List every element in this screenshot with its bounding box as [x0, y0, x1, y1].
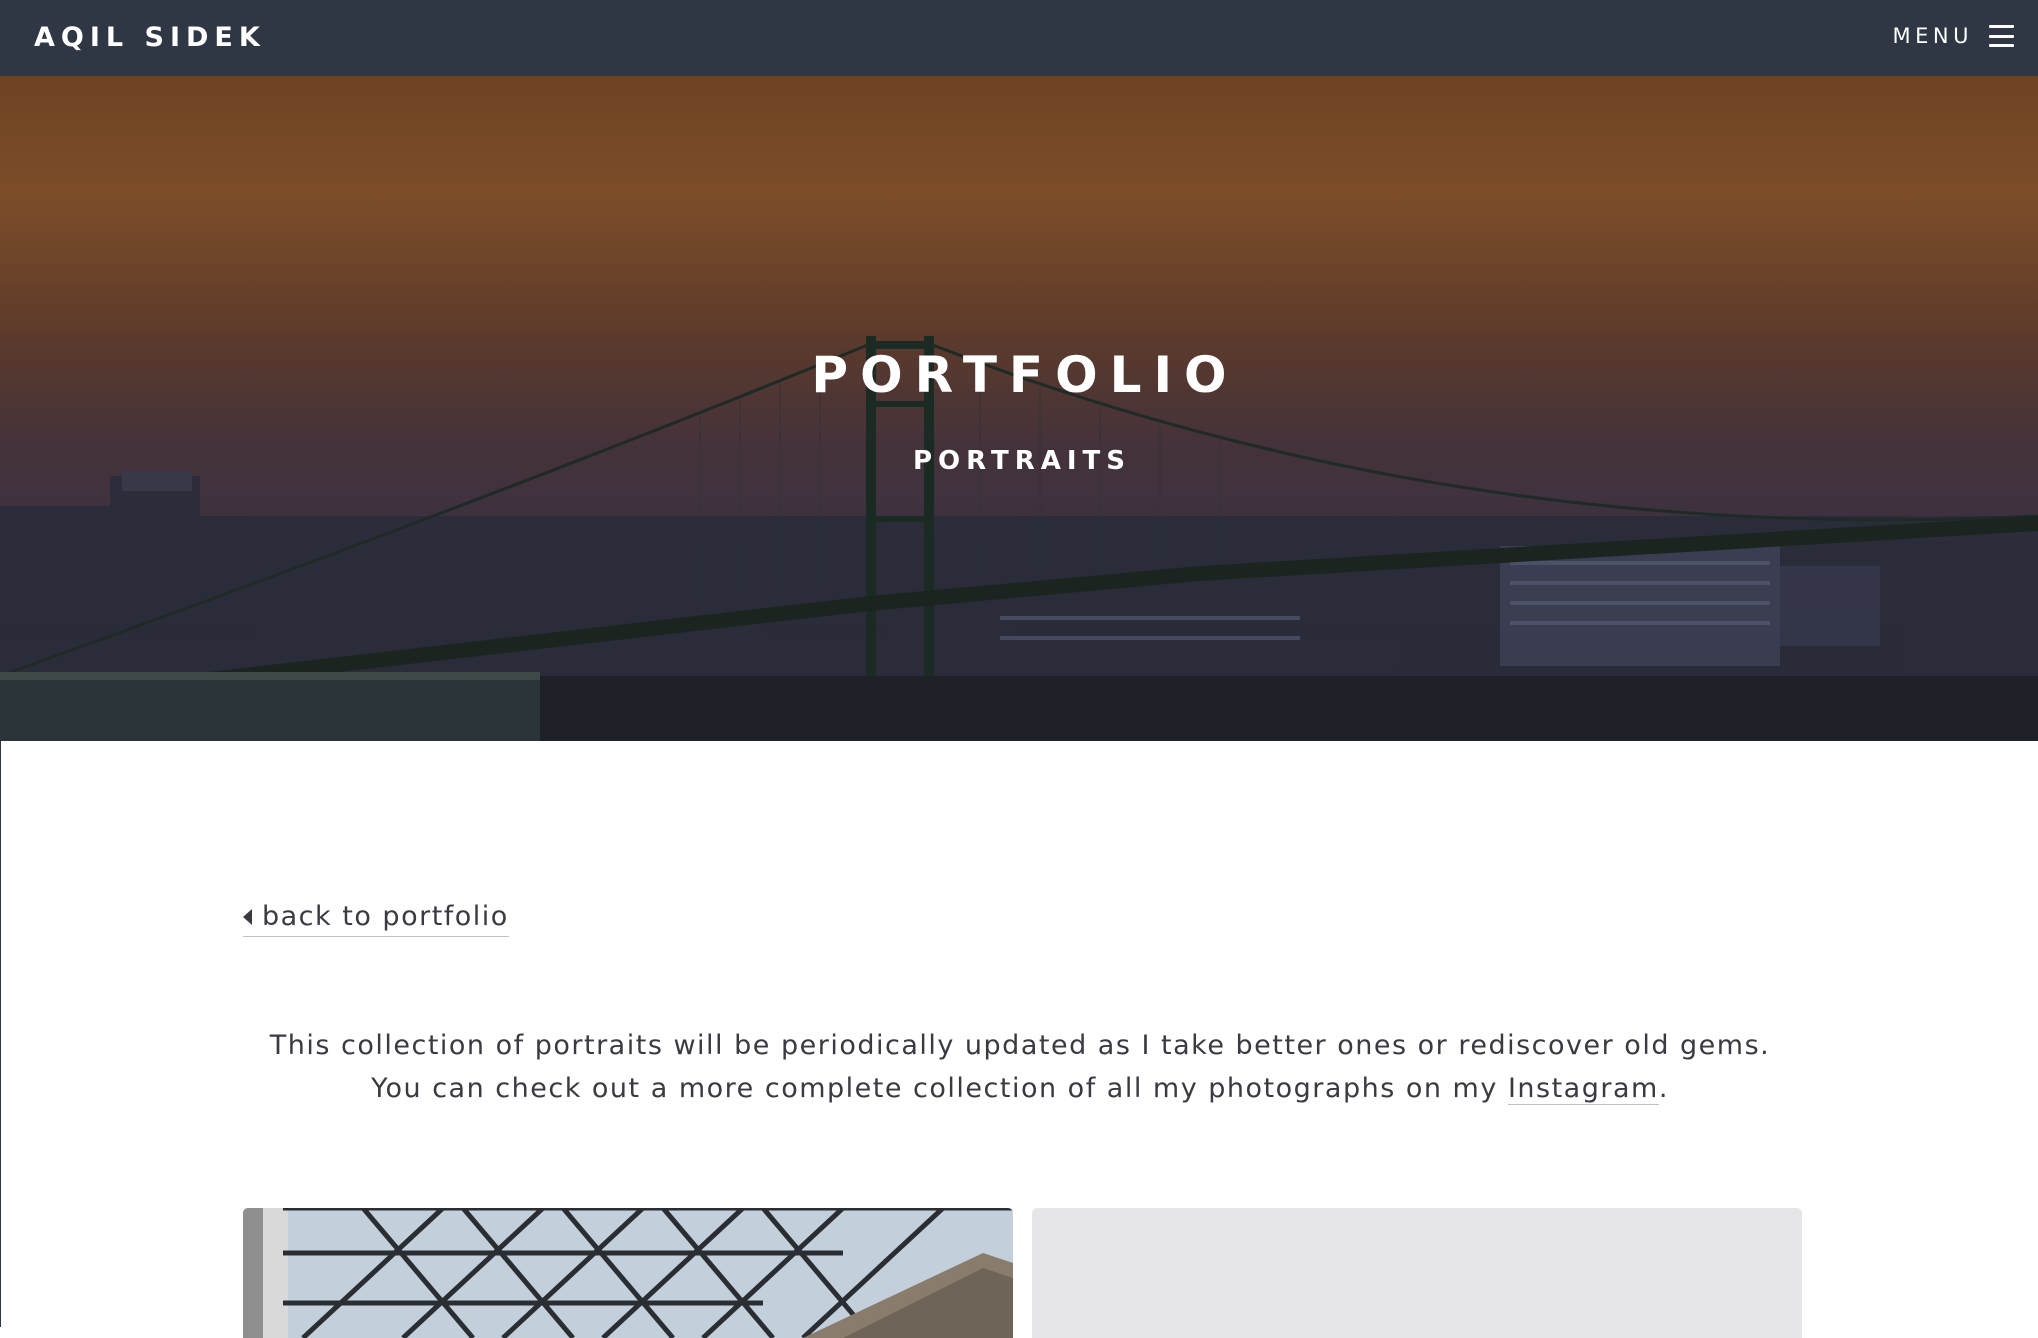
- caret-left-icon: [243, 908, 252, 925]
- page-title: PORTFOLIO: [811, 346, 1239, 404]
- menu-button[interactable]: MENU: [1893, 24, 2014, 48]
- instagram-link[interactable]: Instagram: [1507, 1073, 1659, 1105]
- site-brand-logo[interactable]: AQIL SIDEK: [34, 22, 266, 53]
- menu-label: MENU: [1892, 24, 1973, 48]
- hero-background-image: [0, 76, 2038, 741]
- intro-line-1: This collection of portraits will be per…: [269, 1030, 1771, 1061]
- gallery-photo-glass-roof[interactable]: [243, 1208, 1013, 1338]
- intro-line-2-prefix: You can check out a more complete collec…: [371, 1073, 1508, 1104]
- intro-text: This collection of portraits will be per…: [1, 1024, 2038, 1110]
- page-subtitle: PORTRAITS: [912, 446, 1132, 476]
- intro-line-2: You can check out a more complete collec…: [1, 1067, 2038, 1110]
- back-to-portfolio-link[interactable]: back to portfolio: [243, 901, 509, 937]
- intro-line-2-suffix: .: [1658, 1073, 1669, 1104]
- hamburger-menu-icon: [1989, 25, 2014, 47]
- hero-banner: PORTFOLIO PORTRAITS: [0, 76, 2038, 741]
- gallery-photo-overcast[interactable]: [1032, 1208, 1802, 1338]
- top-navigation-bar: AQIL SIDEK MENU: [0, 0, 2038, 76]
- back-link-label: back to portfolio: [262, 901, 509, 932]
- glass-roof-photo: [243, 1208, 1013, 1338]
- main-content: back to portfolio This collection of por…: [0, 741, 2038, 1338]
